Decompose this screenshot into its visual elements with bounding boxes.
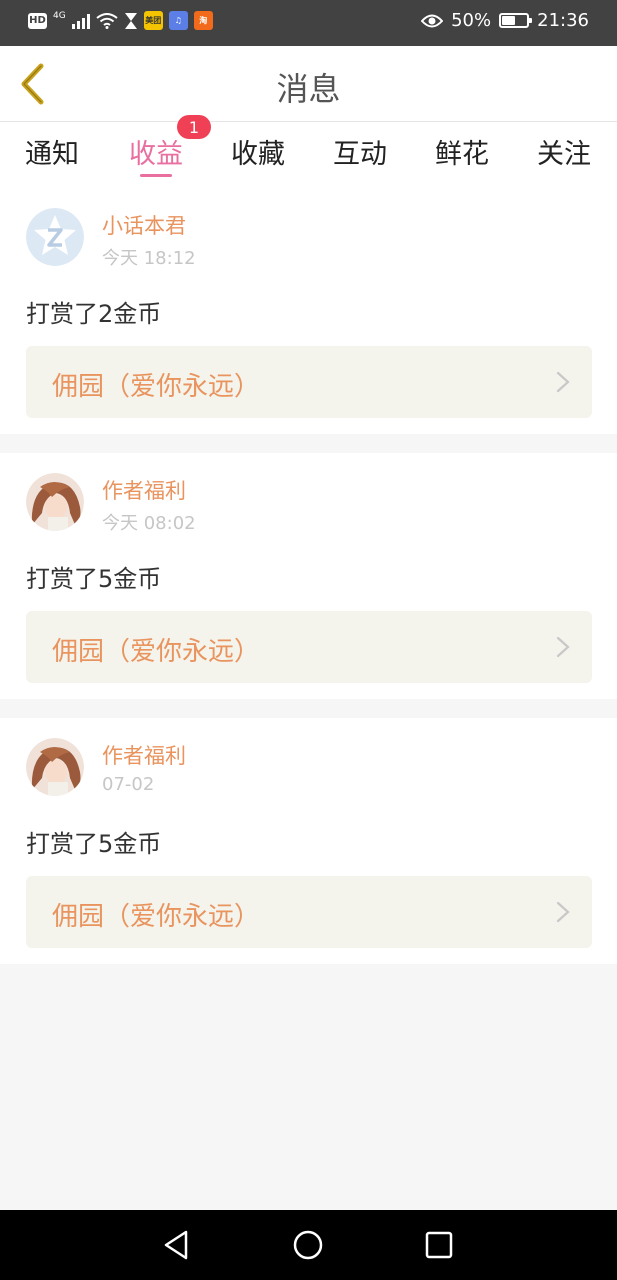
default-avatar[interactable] bbox=[26, 208, 84, 266]
page-title: 消息 bbox=[276, 70, 341, 108]
app-header: 消息 bbox=[0, 46, 617, 122]
book-link[interactable]: 佣园（爱你永远） bbox=[26, 346, 592, 418]
tab-flowers[interactable]: 鲜花 bbox=[422, 132, 502, 171]
recents-square-icon[interactable] bbox=[422, 1228, 456, 1262]
anime-girl-avatar[interactable] bbox=[26, 738, 84, 796]
hourglass-icon bbox=[124, 12, 137, 29]
clock: 21:36 bbox=[537, 10, 589, 31]
home-circle-icon[interactable] bbox=[291, 1228, 325, 1262]
network-type: 4G bbox=[53, 10, 66, 21]
meituan-icon: 美团 bbox=[143, 11, 163, 30]
message-card: 作者福利 今天 08:02 打赏了5金币 佣园（爱你永远） bbox=[0, 453, 617, 699]
sender-name[interactable]: 小话本君 bbox=[102, 210, 186, 240]
message-text: 打赏了2金币 bbox=[26, 300, 162, 328]
music-icon: ♫ bbox=[168, 11, 188, 30]
message-time: 今天 18:12 bbox=[102, 248, 196, 269]
sender-name[interactable]: 作者福利 bbox=[102, 475, 186, 505]
hd-icon: HD bbox=[28, 12, 47, 29]
tab-bar: 通知 收益 1 收藏 互动 鲜花 关注 bbox=[0, 115, 617, 188]
message-time: 07-02 bbox=[102, 774, 155, 795]
status-right: 50% 21:36 bbox=[421, 10, 589, 31]
message-time: 今天 08:02 bbox=[102, 513, 196, 534]
message-card: 作者福利 07-02 打赏了5金币 佣园（爱你永远） bbox=[0, 718, 617, 964]
book-title: 佣园（爱你永远） bbox=[52, 902, 261, 932]
tab-favorites[interactable]: 收藏 bbox=[218, 132, 298, 171]
sender-name[interactable]: 作者福利 bbox=[102, 740, 186, 770]
message-card: 小话本君 今天 18:12 打赏了2金币 佣园（爱你永远） bbox=[0, 188, 617, 434]
message-text: 打赏了5金币 bbox=[26, 565, 162, 593]
back-triangle-icon[interactable] bbox=[160, 1228, 194, 1262]
chevron-right-icon bbox=[556, 636, 570, 658]
book-link[interactable]: 佣园（爱你永远） bbox=[26, 611, 592, 683]
eye-icon bbox=[421, 14, 444, 27]
tab-interactions[interactable]: 互动 bbox=[320, 132, 400, 171]
tab-notifications[interactable]: 通知 bbox=[12, 132, 92, 171]
book-link[interactable]: 佣园（爱你永远） bbox=[26, 876, 592, 948]
chevron-right-icon bbox=[556, 901, 570, 923]
status-bar: HD 4G 美团 ♫ 淘 50% 21:36 bbox=[0, 0, 617, 46]
signal-icon bbox=[71, 13, 90, 29]
anime-girl-avatar[interactable] bbox=[26, 473, 84, 531]
taobao-icon: 淘 bbox=[193, 11, 213, 30]
active-tab-indicator bbox=[140, 174, 172, 177]
battery-icon bbox=[499, 13, 533, 28]
status-left: HD 4G 美团 ♫ 淘 bbox=[28, 11, 213, 30]
wifi-icon bbox=[96, 12, 118, 29]
chevron-right-icon bbox=[556, 371, 570, 393]
tab-following[interactable]: 关注 bbox=[524, 132, 604, 171]
system-nav-bar bbox=[0, 1210, 617, 1280]
message-text: 打赏了5金币 bbox=[26, 830, 162, 858]
battery-percent: 50% bbox=[451, 10, 492, 31]
book-title: 佣园（爱你永远） bbox=[52, 372, 261, 402]
unread-badge: 1 bbox=[177, 115, 211, 139]
book-title: 佣园（爱你永远） bbox=[52, 637, 261, 667]
